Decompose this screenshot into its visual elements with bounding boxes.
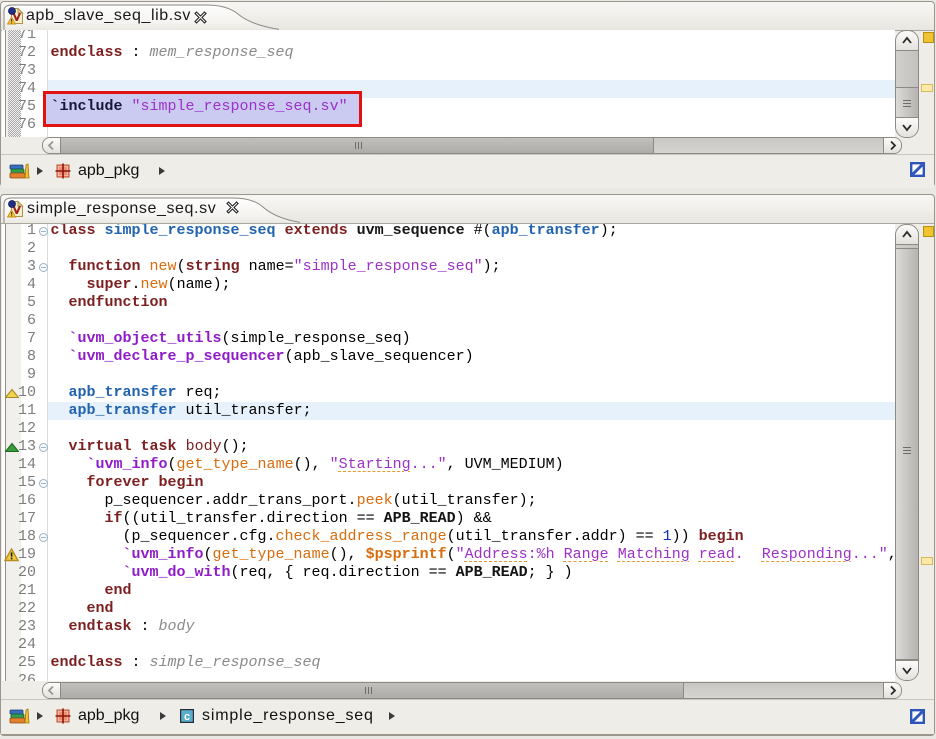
svg-text:c: c: [184, 711, 190, 723]
